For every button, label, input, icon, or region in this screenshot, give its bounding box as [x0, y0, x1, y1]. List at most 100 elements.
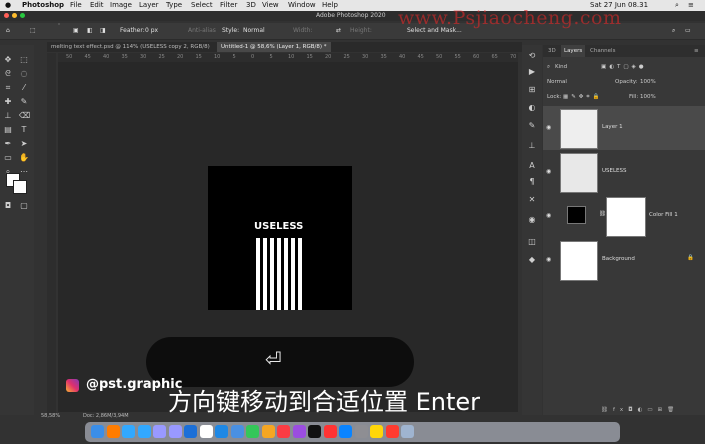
tab-untitled-1[interactable]: Untitled-1 @ 58,6% (Layer 1, RGB/8) *	[217, 42, 331, 52]
tab-3d[interactable]: 3D	[545, 45, 559, 57]
settings-icon[interactable]	[354, 425, 368, 438]
opacity-input[interactable]: 100%	[640, 79, 656, 85]
document-canvas[interactable]	[208, 166, 352, 310]
character-icon[interactable]: A	[527, 161, 537, 171]
chrome-icon[interactable]	[199, 425, 213, 438]
adjustment-icon[interactable]: ◐	[638, 407, 648, 413]
quick-mask-icon[interactable]: ◘	[3, 201, 13, 211]
eye-icon[interactable]: ◉	[546, 168, 551, 175]
layer-name[interactable]: Background	[602, 256, 635, 262]
clone-source-icon[interactable]: ⊥	[527, 141, 537, 151]
home-icon[interactable]: ⌂	[6, 23, 10, 39]
menu-help[interactable]: Help	[322, 0, 338, 11]
blend-mode-select[interactable]: Normal	[547, 79, 567, 85]
search-icon[interactable]: ⌕	[547, 64, 550, 71]
filter-icons[interactable]: ▣◐T▢◈●	[601, 64, 647, 70]
path-select-icon[interactable]: ➤	[19, 139, 29, 149]
brush-settings-icon[interactable]: ✎	[527, 121, 537, 131]
history-icon[interactable]: ⟲	[527, 51, 537, 61]
search-icon[interactable]: ⌕	[672, 23, 675, 39]
menu-type[interactable]: Type	[166, 0, 182, 11]
intersect-selection-icon[interactable]: ◨	[100, 23, 106, 39]
lock-icons[interactable]: ▦✎✥⌗🔒	[563, 94, 602, 101]
adjustments-icon[interactable]: ◐	[527, 103, 537, 113]
menu-image[interactable]: Image	[110, 0, 132, 11]
safari-icon[interactable]	[215, 425, 228, 438]
layer-row-color-fill-1[interactable]: ◉ ⛓ Color Fill 1	[543, 194, 705, 238]
messages-icon[interactable]	[246, 425, 259, 438]
move-tool-icon[interactable]: ✥	[3, 55, 13, 65]
navigator-icon[interactable]: ◆	[527, 255, 537, 265]
ps-icon[interactable]	[122, 425, 135, 438]
link-icon[interactable]: ⛓	[599, 211, 606, 217]
swap-dimensions-icon[interactable]: ⇄	[336, 23, 341, 39]
type-tool-icon[interactable]: T	[19, 125, 29, 135]
ai-icon[interactable]	[106, 425, 120, 438]
pr-icon[interactable]	[153, 425, 166, 438]
menu-view[interactable]: View	[262, 0, 279, 11]
minimize-window-dot[interactable]	[12, 13, 17, 18]
layer-name[interactable]: Color Fill 1	[649, 212, 678, 218]
gradient-tool-icon[interactable]: ▤	[3, 125, 13, 135]
apple-icon[interactable]: ●	[5, 0, 11, 11]
eye-icon[interactable]: ◉	[546, 212, 551, 219]
music-icon[interactable]	[277, 425, 290, 438]
photos-icon[interactable]	[261, 425, 275, 438]
more-tools-icon[interactable]: ⋯	[19, 167, 29, 177]
calendar-icon[interactable]	[385, 425, 399, 438]
new-layer-icon[interactable]: ⊞	[658, 407, 668, 413]
brush-tool-icon[interactable]: ✎	[19, 97, 29, 107]
notes-icon[interactable]	[370, 425, 383, 438]
eyedropper-icon[interactable]: ⁄	[19, 83, 29, 93]
mask-icon[interactable]: ◘	[628, 407, 637, 413]
lasso-tool-icon[interactable]: ᘓ	[3, 69, 13, 79]
news-icon[interactable]	[323, 425, 337, 438]
add-selection-icon[interactable]: ▣	[73, 23, 79, 39]
search-icon[interactable]: ⌕	[675, 0, 679, 11]
zoom-window-dot[interactable]	[20, 13, 25, 18]
menu-list-icon[interactable]: ≡	[688, 0, 694, 11]
link-layers-icon[interactable]: ⛓	[601, 407, 613, 413]
panel-menu-icon[interactable]: ≡	[691, 45, 702, 57]
antialias-checkbox[interactable]: Anti-alias	[188, 23, 216, 39]
workspace-icon[interactable]: ▭	[685, 23, 691, 39]
layer-row-background[interactable]: ◉ Background 🔒	[543, 238, 705, 282]
eraser-icon[interactable]: ⌫	[19, 111, 30, 121]
tab-melting-text[interactable]: melting text effect.psd @ 114% (USELESS …	[47, 42, 214, 52]
healing-brush-icon[interactable]: ✚	[3, 97, 13, 107]
crop-tool-icon[interactable]: ⌗	[3, 83, 13, 93]
folder-icon[interactable]: ▭	[647, 407, 657, 413]
lr-icon[interactable]	[137, 425, 151, 438]
pen-tool-icon[interactable]: ✒	[3, 139, 13, 149]
layer-row-layer-1[interactable]: ◉ Layer 1	[543, 106, 705, 150]
fill-input[interactable]: 100%	[640, 94, 656, 100]
ae-icon[interactable]	[168, 425, 182, 438]
tools-icon[interactable]: ✕	[527, 195, 537, 205]
layer-comps-icon[interactable]: ◫	[527, 237, 537, 247]
menu-layer[interactable]: Layer	[139, 0, 159, 11]
eye-icon[interactable]: ◉	[546, 256, 551, 263]
tab-channels[interactable]: Channels	[587, 45, 618, 57]
libraries-icon[interactable]: ◉	[527, 215, 537, 225]
clone-stamp-icon[interactable]: ⊥	[3, 111, 13, 121]
screen-mode-icon[interactable]: ▢	[19, 201, 29, 211]
menu-3d[interactable]: 3D	[246, 0, 256, 11]
hand-tool-icon[interactable]: ✋	[19, 153, 29, 163]
menu-filter[interactable]: Filter	[220, 0, 237, 11]
layer-name[interactable]: Layer 1	[602, 124, 623, 130]
mail-icon[interactable]	[230, 425, 244, 438]
appstore-icon[interactable]	[339, 425, 352, 438]
trash-icon[interactable]: 🗑	[667, 407, 679, 413]
marquee-tool-icon[interactable]: ⬚	[30, 23, 36, 39]
menu-app-name[interactable]: Photoshop	[22, 0, 64, 11]
tab-layers[interactable]: Layers	[561, 45, 586, 57]
shape-tool-icon[interactable]: ▭	[3, 153, 13, 163]
properties-icon[interactable]: ⊞	[527, 85, 537, 95]
close-window-dot[interactable]	[4, 13, 9, 18]
trash-icon[interactable]	[401, 425, 414, 438]
style-select[interactable]: Normal	[243, 23, 265, 39]
menu-edit[interactable]: Edit	[90, 0, 104, 11]
paragraph-icon[interactable]: ¶	[527, 177, 537, 187]
zoom-level[interactable]: 58,58%	[41, 412, 60, 421]
actions-play-icon[interactable]: ▶	[527, 67, 537, 77]
